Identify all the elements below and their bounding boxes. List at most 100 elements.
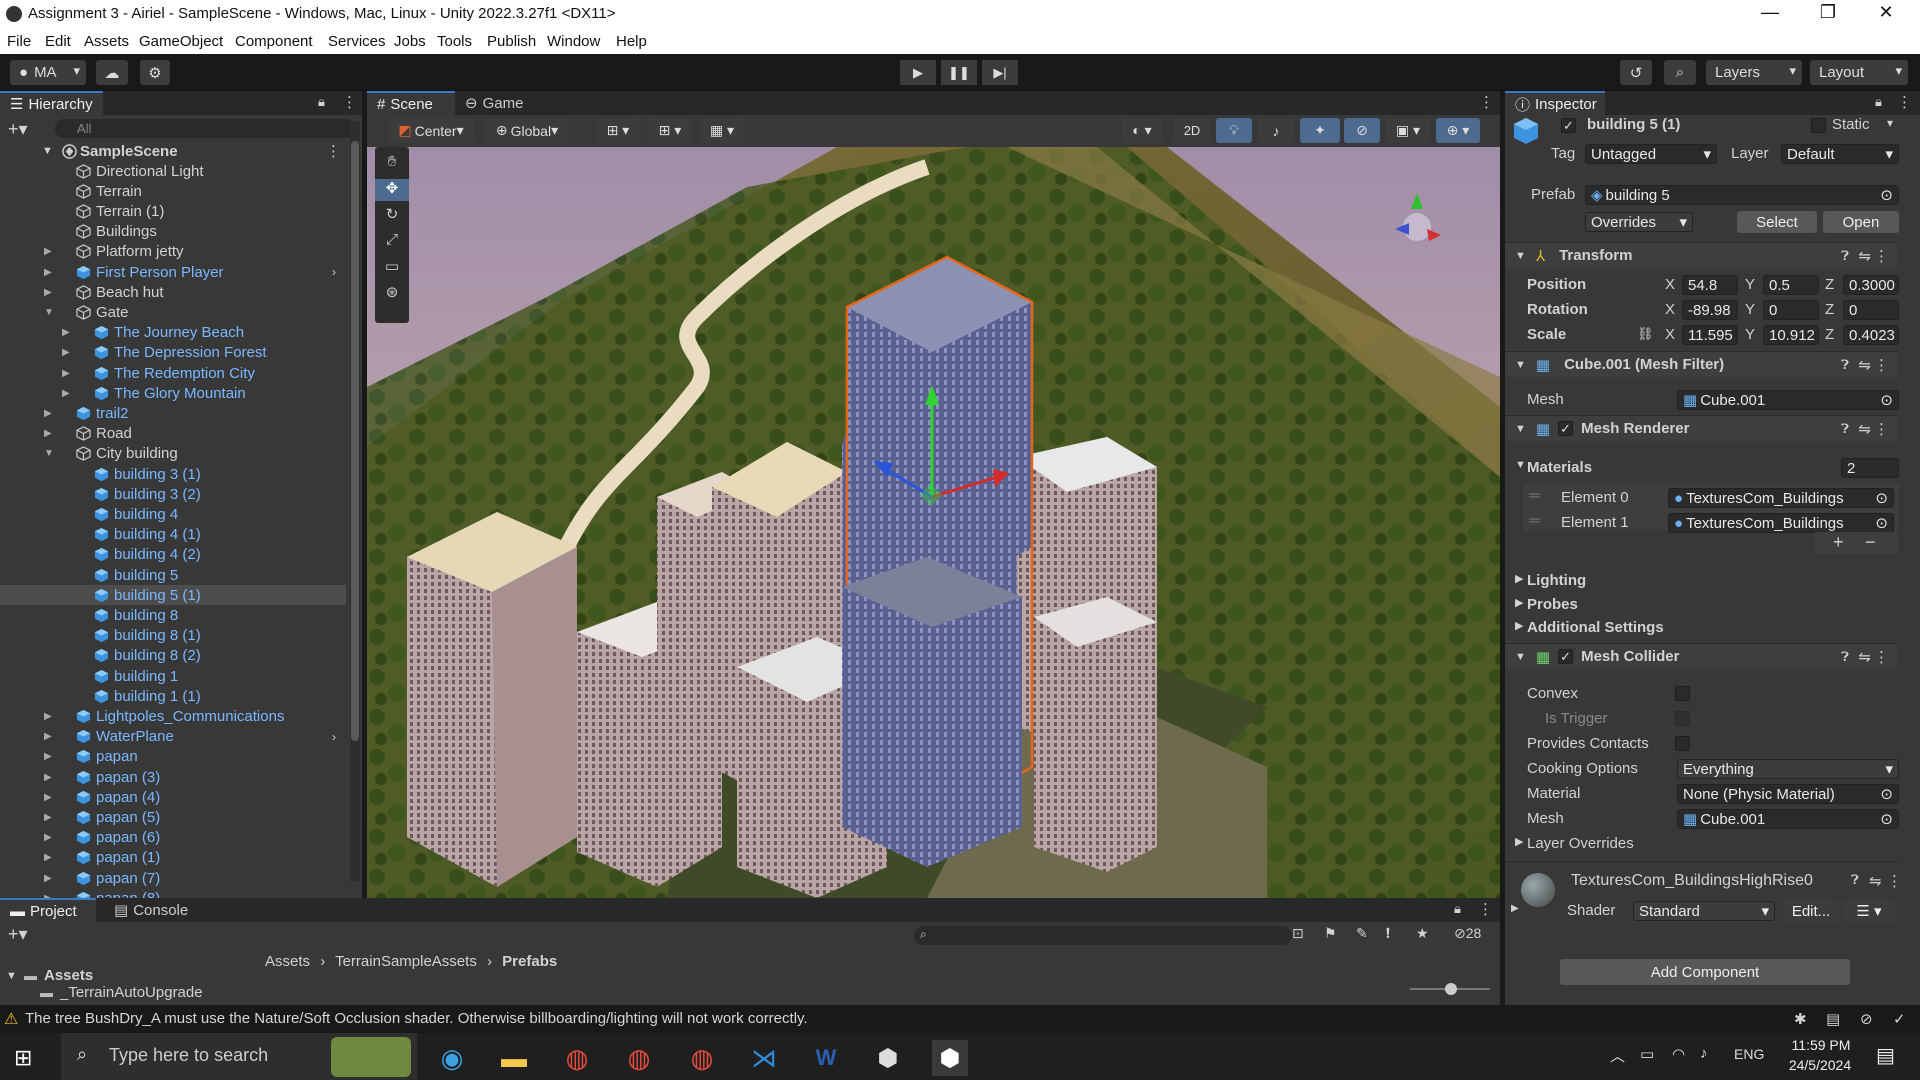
move-tool-icon[interactable]: ✥ (375, 179, 409, 201)
search-icon[interactable]: ⌕ (1664, 60, 1696, 85)
expand-arrow-icon[interactable]: ▶ (62, 388, 70, 399)
lock-icon[interactable]: 🔒︎ (1454, 901, 1461, 917)
play-button[interactable]: ▶ (900, 60, 936, 85)
tab-console[interactable]: ▤ Console (104, 898, 198, 922)
overrides-dropdown[interactable]: Overrides ▾ (1585, 212, 1693, 232)
ruler-button[interactable]: ▦ ▾ (700, 118, 744, 143)
taskbar-search-input[interactable]: ⌕ Type here to search (61, 1033, 417, 1080)
menu-window[interactable]: Window (547, 33, 600, 50)
help-icon[interactable]: ❓︎ (1851, 872, 1859, 888)
menu-tools[interactable]: Tools (437, 33, 472, 50)
drag-handle-icon[interactable]: ═ (1529, 487, 1540, 504)
expand-arrow-icon[interactable]: ▶ (44, 832, 52, 843)
help-icon[interactable]: ❓︎ (1841, 248, 1849, 264)
scrollbar-thumb[interactable] (351, 141, 359, 741)
menu-publish[interactable]: Publish (487, 33, 536, 50)
convex-checkbox[interactable] (1675, 686, 1690, 701)
foldout-arrow-icon[interactable]: ▼ (1515, 250, 1526, 262)
hierarchy-item[interactable]: ▶ papan (5) (0, 807, 346, 827)
component-menu-icon[interactable]: ⋮ (1874, 247, 1889, 265)
tab-project[interactable]: ▬ Project (0, 898, 96, 922)
foldout-arrow-icon[interactable]: ▶ (1515, 619, 1523, 632)
object-picker-icon[interactable]: ⊙ (1880, 391, 1893, 409)
cache-icon[interactable]: ▤ (1826, 1010, 1840, 1028)
preset-icon[interactable]: ⇋ (1858, 420, 1871, 438)
mesh-field[interactable]: ▦ Cube.001 ⊙ (1677, 390, 1899, 410)
battery-icon[interactable]: ▭ (1640, 1045, 1654, 1063)
tab-hierarchy[interactable]: ☰ Hierarchy (0, 91, 103, 115)
component-menu-icon[interactable]: ⋮ (1887, 872, 1902, 890)
scene-root-row[interactable]: ▼ SampleScene ⋮ (0, 141, 346, 161)
foldout-arrow-icon[interactable]: ▼ (1515, 423, 1526, 435)
foldout-arrow-icon[interactable]: ▶ (1515, 596, 1523, 609)
hierarchy-scrollbar[interactable] (350, 121, 360, 881)
expand-arrow-icon[interactable]: ▶ (44, 408, 52, 419)
scene-viewport[interactable]: ✋︎ ✥ ↻ ⤢ ▭ ⊛ (367, 147, 1500, 898)
progress-icon[interactable]: ✓ (1893, 1010, 1906, 1028)
scene-menu-icon[interactable]: ⋮ (326, 142, 341, 160)
menu-jobs[interactable]: Jobs (394, 33, 426, 50)
preset-icon[interactable]: ⇋ (1858, 247, 1871, 265)
2d-toggle[interactable]: 2D (1174, 118, 1210, 143)
hierarchy-item[interactable]: ▶ papan (4) (0, 787, 346, 807)
position-x-field[interactable]: 54.8 (1682, 275, 1738, 295)
object-name-field[interactable]: building 5 (1) (1587, 116, 1680, 133)
lighting-foldout[interactable]: Lighting (1527, 572, 1586, 589)
mesh-collider-header[interactable]: ▼ ▦ ✓ Mesh Collider ❓︎ ⇋ ⋮ (1505, 643, 1897, 669)
hierarchy-item[interactable]: ▶ papan (3) (0, 767, 346, 787)
hierarchy-item[interactable]: Terrain (0, 181, 346, 201)
object-picker-icon[interactable]: ⊙ (1875, 514, 1888, 532)
project-search-input[interactable]: ⌕ (914, 926, 1292, 945)
unity-editor-icon[interactable]: ⬢ (932, 1040, 968, 1076)
space-dropdown[interactable]: ⊕ Global ▾ (485, 118, 569, 143)
create-asset-icon[interactable]: +▾ (8, 924, 28, 945)
add-icon[interactable]: +▾ (8, 119, 28, 140)
layers-dropdown[interactable]: Layers (1706, 60, 1802, 85)
search-by-type-icon[interactable]: ⊡ (1292, 925, 1304, 942)
menu-services[interactable]: Services (328, 33, 386, 50)
layout-dropdown[interactable]: Layout (1810, 60, 1908, 85)
open-prefab-icon[interactable]: › (332, 730, 336, 744)
hierarchy-item[interactable]: building 4 (1) (0, 525, 346, 545)
breadcrumb-terrainsampleassets[interactable]: TerrainSampleAssets (335, 953, 477, 970)
expand-arrow-icon[interactable]: ▶ (44, 751, 52, 762)
grid-snap-button[interactable]: ⊞ ▾ (596, 118, 640, 143)
kebab-menu-icon[interactable]: ⋮ (1478, 900, 1493, 918)
hierarchy-item[interactable]: ▶ papan (6) (0, 828, 346, 848)
hidden-objects-icon[interactable]: ⊘ (1344, 118, 1380, 143)
transform-tool-icon[interactable]: ⊛ (375, 283, 409, 305)
foldout-arrow-icon[interactable]: ▼ (1515, 651, 1526, 663)
lock-icon[interactable]: 🔒︎ (318, 94, 325, 110)
vscode-icon[interactable]: ⋊ (746, 1040, 782, 1076)
hierarchy-item[interactable]: building 4 (0, 504, 346, 524)
clock-time[interactable]: 11:59 PM (1786, 1037, 1856, 1053)
hierarchy-search-input[interactable]: All (55, 119, 355, 138)
hierarchy-item[interactable]: building 1 (1) (0, 686, 346, 706)
hierarchy-item[interactable]: ▶ The Glory Mountain (0, 383, 346, 403)
hierarchy-item[interactable]: ▶ WaterPlane › (0, 727, 346, 747)
draw-mode-button[interactable]: ◐ ▾ (1122, 118, 1162, 143)
cooking-options-dropdown[interactable]: Everything ▾ (1677, 759, 1899, 779)
search-by-label-icon[interactable]: ⚑ (1324, 925, 1337, 942)
preset-icon[interactable]: ⇋ (1869, 872, 1882, 890)
static-checkbox[interactable] (1811, 118, 1826, 133)
kebab-menu-icon[interactable]: ⋮ (342, 93, 357, 111)
mesh-collider-enabled-checkbox[interactable]: ✓ (1558, 649, 1574, 664)
hierarchy-item[interactable]: ▶ Lightpoles_Communications (0, 706, 346, 726)
status-message[interactable]: The tree BushDry_A must use the Nature/S… (25, 1010, 808, 1027)
menu-assets[interactable]: Assets (84, 33, 129, 50)
foldout-arrow-icon[interactable]: ▼ (1515, 359, 1526, 371)
inspector-scrollbar[interactable] (1907, 117, 1917, 997)
expand-arrow-icon[interactable]: ▶ (62, 347, 70, 358)
hierarchy-item[interactable]: building 4 (2) (0, 545, 346, 565)
edit-shader-button[interactable]: Edit... (1783, 900, 1839, 922)
account-dropdown[interactable]: ● MA (10, 60, 86, 85)
expand-arrow-icon[interactable]: ▼ (42, 145, 53, 157)
foldout-arrow-icon[interactable]: ▶ (1515, 835, 1523, 848)
scale-tool-icon[interactable]: ⤢ (375, 231, 409, 253)
terrain-auto-upgrade-folder[interactable]: _TerrainAutoUpgrade (60, 984, 203, 1001)
shader-menu-icon[interactable]: ☰ ▾ (1843, 900, 1895, 922)
provides-contacts-checkbox[interactable] (1675, 736, 1690, 751)
expand-arrow-icon[interactable]: ▶ (62, 368, 70, 379)
foldout-arrow-icon[interactable]: ▶ (1511, 903, 1519, 914)
